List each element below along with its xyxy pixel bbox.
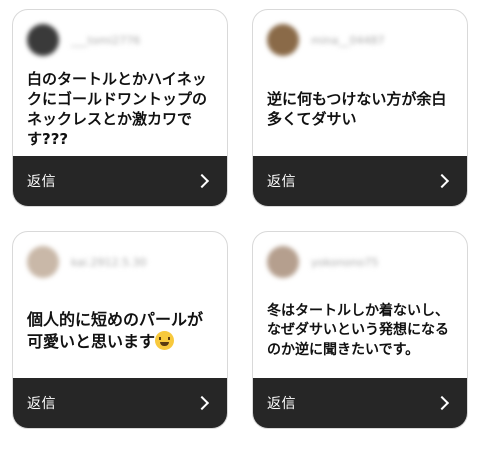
question-card: yokonono75 冬はタートルしか着ないし、なぜダサいという発想になるのか逆… — [252, 231, 468, 429]
avatar — [27, 246, 59, 278]
avatar — [27, 24, 59, 56]
reply-button[interactable]: 返信 — [253, 156, 467, 206]
reply-button[interactable]: 返信 — [13, 378, 227, 428]
username: ___tomi2776 — [71, 33, 141, 47]
card-body: 個人的に短めのパールが可愛いと思います — [27, 286, 217, 376]
chevron-right-icon — [194, 395, 210, 411]
question-card: mina__04487 逆に何もつけない方が余白多くてダサい 返信 — [252, 9, 468, 207]
username: kai.2912.5.30 — [71, 255, 147, 269]
avatar — [267, 246, 299, 278]
card-body: 白のタートルとかハイネックにゴールドワントップのネックレスとか激カワです??? — [27, 64, 217, 154]
message-content: 個人的に短めのパールが可愛いと思います — [27, 310, 204, 351]
card-header: kai.2912.5.30 — [27, 244, 217, 280]
username: mina__04487 — [311, 33, 385, 47]
message-text: 逆に何もつけない方が余白多くてダサい — [267, 89, 447, 128]
reply-label: 返信 — [27, 174, 56, 190]
username: yokonono75 — [311, 255, 379, 269]
card-body: 逆に何もつけない方が余白多くてダサい — [267, 64, 457, 154]
card-header: ___tomi2776 — [27, 22, 217, 58]
card-header: yokonono75 — [267, 244, 457, 280]
chevron-right-icon — [434, 173, 450, 189]
card-header: mina__04487 — [267, 22, 457, 58]
card-body: 冬はタートルしか着ないし、なぜダサいという発想になるのか逆に聞きたいです。 — [267, 286, 457, 376]
message-text: 白のタートルとかハイネックにゴールドワントップのネックレスとか激カワです??? — [27, 69, 208, 149]
avatar — [267, 24, 299, 56]
question-card: ___tomi2776 白のタートルとかハイネックにゴールドワントップのネックレ… — [12, 9, 228, 207]
message-text: 個人的に短めのパールが可愛いと思います — [27, 309, 217, 352]
reply-button[interactable]: 返信 — [13, 156, 227, 206]
question-card: kai.2912.5.30 個人的に短めのパールが可愛いと思います 返信 — [12, 231, 228, 429]
chevron-right-icon — [434, 395, 450, 411]
message-text: 冬はタートルしか着ないし、なぜダサいという発想になるのか逆に聞きたいです。 — [267, 302, 449, 358]
reply-button[interactable]: 返信 — [253, 378, 467, 428]
laughing-face-icon — [155, 331, 175, 350]
chevron-right-icon — [194, 173, 210, 189]
reply-label: 返信 — [267, 174, 296, 190]
reply-label: 返信 — [267, 396, 296, 412]
reply-label: 返信 — [27, 396, 56, 412]
